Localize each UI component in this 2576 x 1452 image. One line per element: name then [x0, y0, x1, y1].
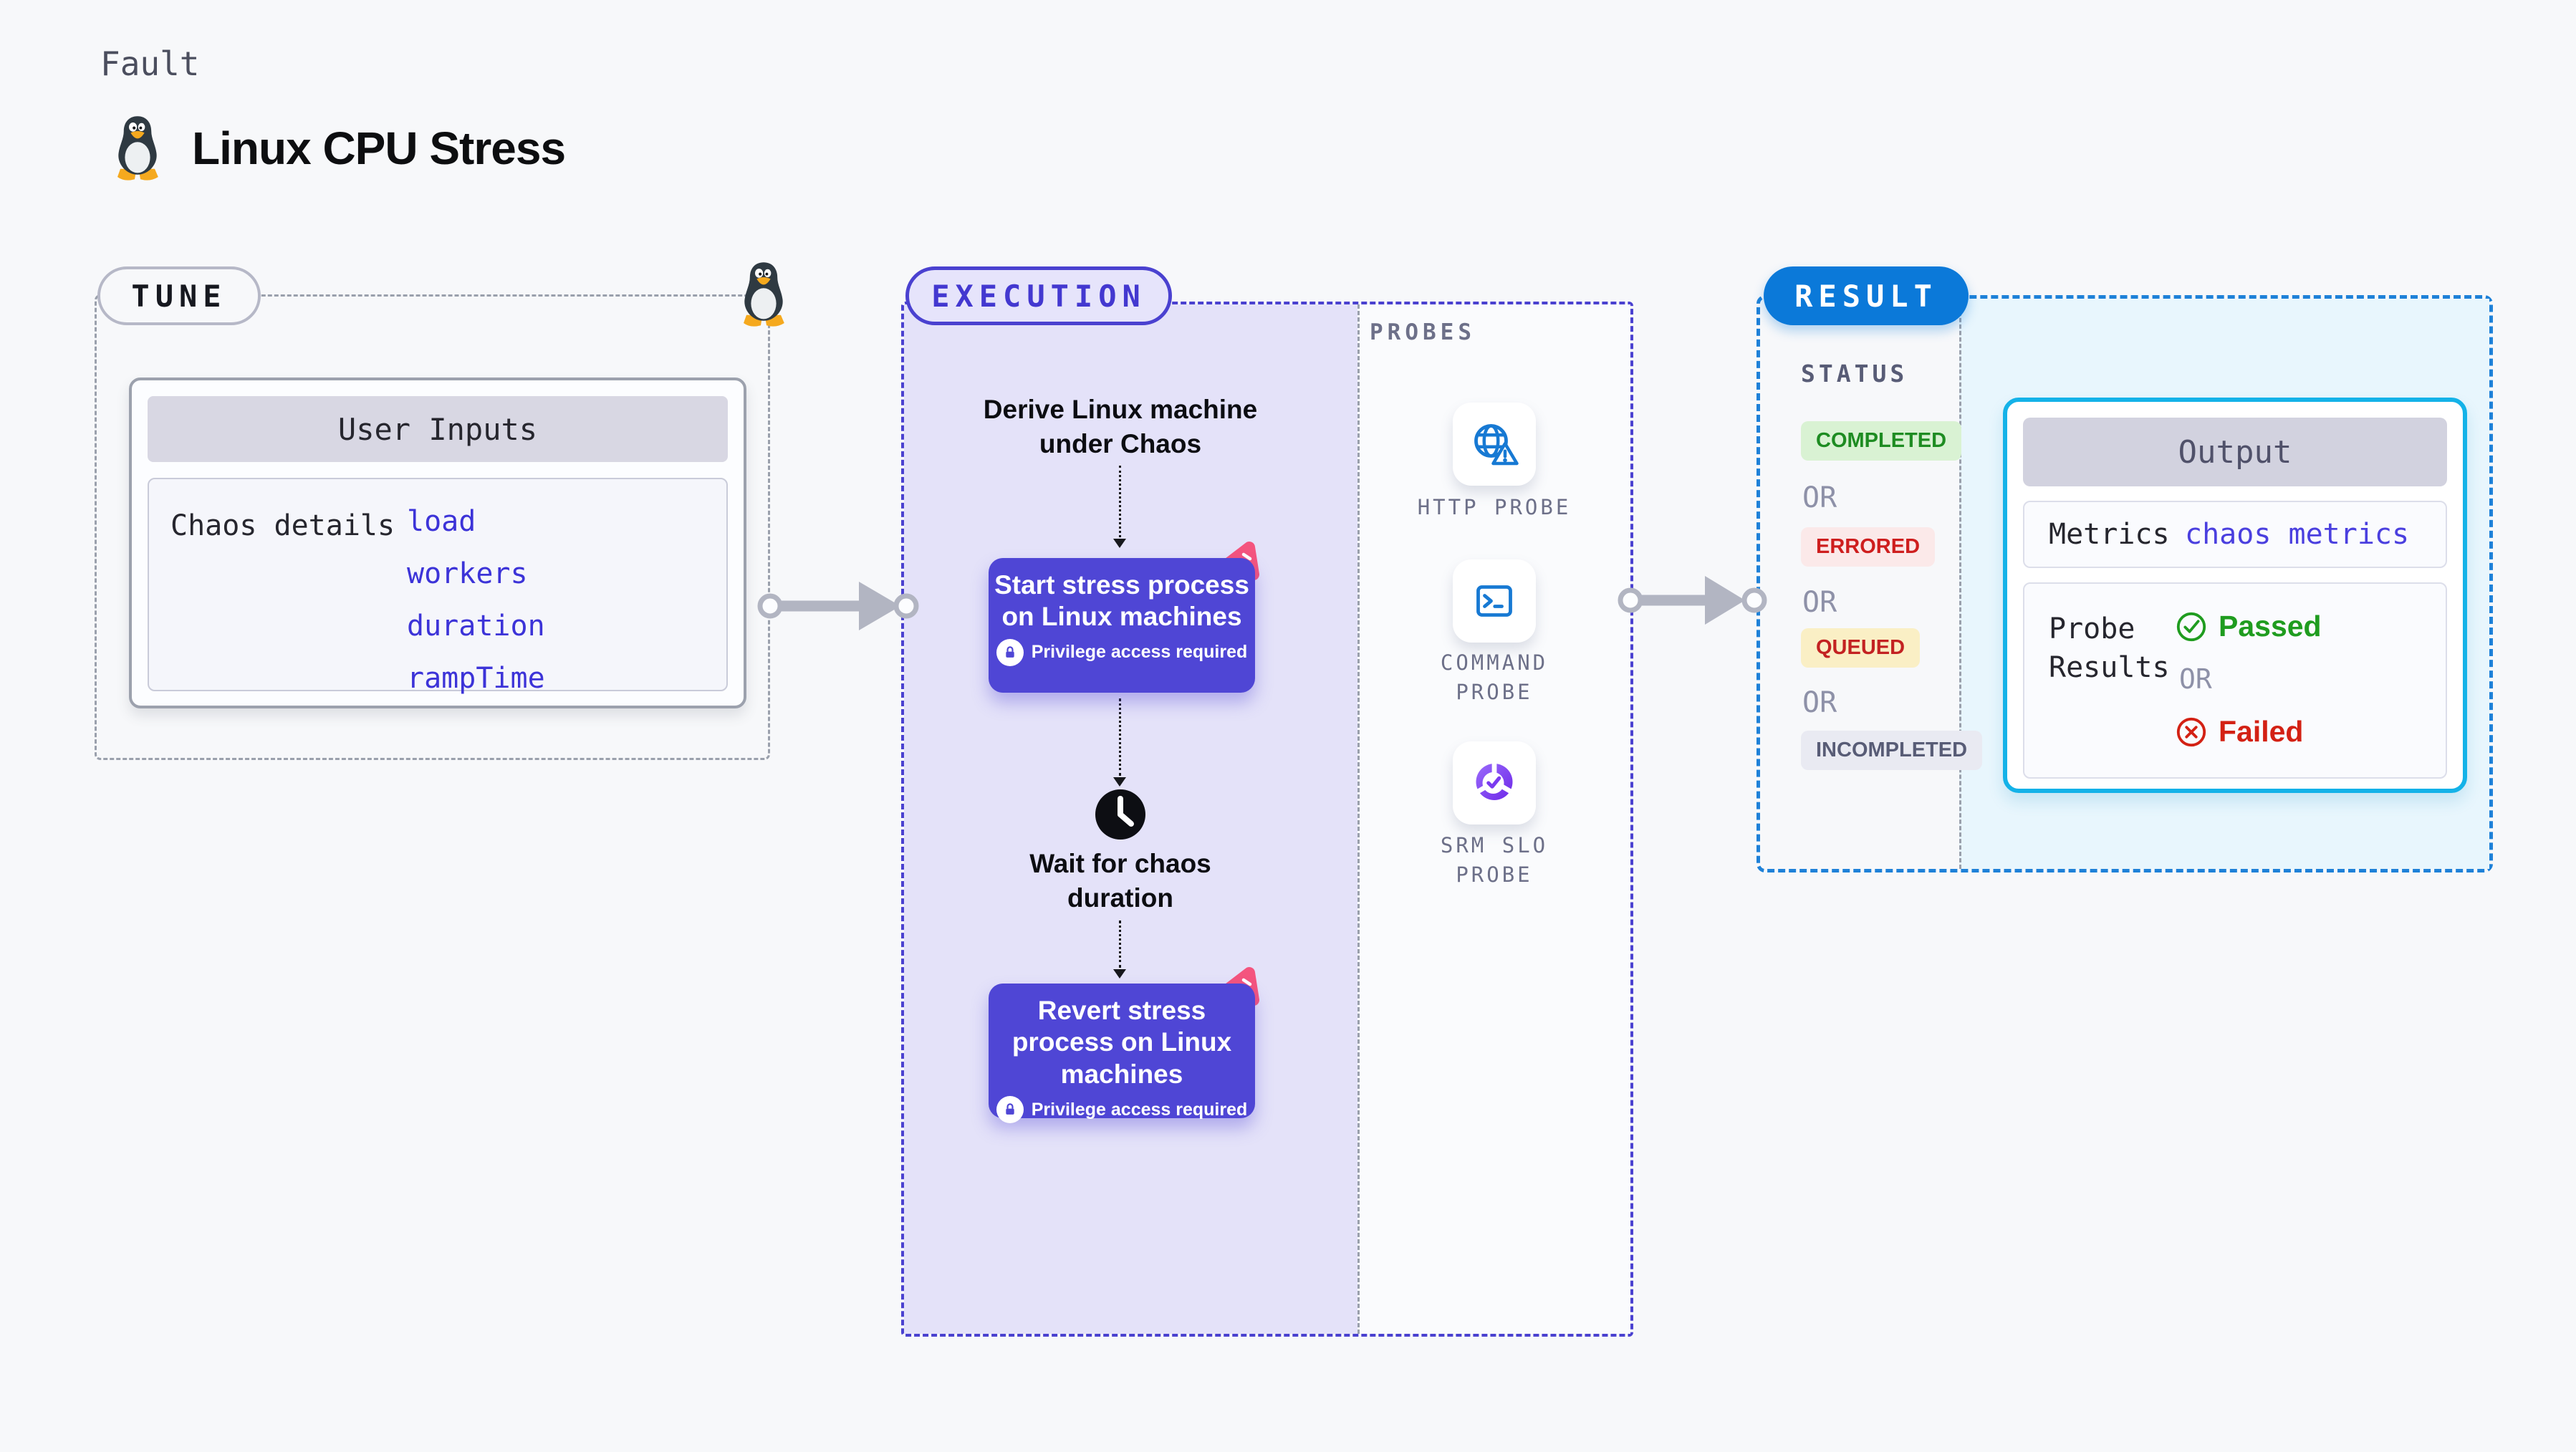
dotted-connector	[1119, 920, 1121, 968]
revert-stress-step[interactable]: Revert stress process on Linux machines …	[989, 984, 1255, 1124]
dotted-arrowhead	[1113, 539, 1126, 548]
status-output-divider	[1959, 299, 1961, 869]
chaos-details-row: Chaos details load workers duration ramp…	[148, 478, 728, 695]
dotted-connector	[1119, 698, 1121, 776]
tux-corner-icon	[735, 261, 792, 328]
or-separator: OR	[1802, 586, 1837, 619]
input-link-workers[interactable]: workers	[407, 557, 545, 590]
user-inputs-header: User Inputs	[148, 396, 728, 462]
user-inputs-card: User Inputs Chaos details load workers d…	[129, 378, 746, 708]
command-probe-card[interactable]	[1453, 559, 1536, 643]
slo-pie-check-icon	[1469, 757, 1520, 809]
fault-kicker: Fault	[100, 44, 200, 83]
execution-probes-divider	[1357, 304, 1360, 1334]
input-link-duration[interactable]: duration	[407, 610, 545, 643]
output-card: Output Metrics chaos metrics Probe Resul…	[2003, 398, 2467, 793]
status-label: STATUS	[1801, 360, 1908, 388]
lock-icon	[996, 638, 1024, 666]
command-probe-label: COMMAND PROBE	[1440, 650, 1549, 704]
status-badge-queued: QUEUED	[1801, 628, 1921, 668]
globe-alert-icon	[1469, 418, 1520, 470]
tux-linux-icon	[109, 115, 166, 182]
failed-label: Failed	[2219, 715, 2304, 748]
or-separator: OR	[1802, 481, 1837, 514]
status-badge-errored: ERRORED	[1801, 527, 1936, 567]
arrow-tune-to-execution	[757, 582, 919, 630]
passed-check-icon	[2175, 610, 2208, 643]
result-badge: RESULT	[1764, 266, 1969, 325]
http-probe-label: HTTP PROBE	[1417, 495, 1572, 519]
status-badge-incompleted: INCOMPLETED	[1801, 731, 1983, 770]
wait-duration-text: Wait for chaos duration	[1029, 849, 1211, 913]
chaos-metrics-link[interactable]: chaos metrics	[2185, 518, 2409, 551]
metrics-row: Metrics chaos metrics	[2023, 501, 2447, 568]
or-separator: OR	[1802, 686, 1837, 719]
dotted-arrowhead	[1113, 777, 1126, 787]
wait-clock-icon	[1094, 788, 1147, 845]
privilege-note: Privilege access required	[1031, 1099, 1248, 1120]
status-badge-completed: COMPLETED	[1801, 421, 1962, 461]
input-link-rampTime[interactable]: rampTime	[407, 662, 545, 695]
chaos-details-label: Chaos details	[170, 509, 395, 542]
http-probe-card[interactable]	[1453, 403, 1536, 486]
tune-badge: TUNE	[97, 266, 261, 325]
probes-section-label: PROBES	[1370, 319, 1476, 345]
dotted-arrowhead	[1113, 969, 1126, 979]
output-header: Output	[2023, 418, 2447, 486]
page-title: Linux CPU Stress	[192, 122, 566, 174]
failed-x-icon	[2175, 716, 2208, 749]
start-stress-step[interactable]: Start stress process on Linux machines P…	[989, 558, 1255, 693]
input-link-load[interactable]: load	[407, 505, 545, 538]
lock-icon	[996, 1096, 1024, 1124]
passed-label: Passed	[2219, 610, 2322, 643]
revert-stress-label: Revert stress process on Linux machines	[1011, 996, 1232, 1089]
srm-slo-probe-label: SRM SLO PROBE	[1440, 833, 1549, 887]
privilege-note: Privilege access required	[1031, 642, 1248, 663]
probe-results-row: Probe Results Passed OR Failed	[2023, 582, 2447, 779]
dotted-connector	[1119, 466, 1121, 537]
terminal-icon	[1469, 575, 1520, 627]
start-stress-label: Start stress process on Linux machines	[994, 570, 1249, 632]
derive-machine-text: Derive Linux machine under Chaos	[983, 395, 1258, 459]
or-separator: OR	[2179, 663, 2212, 695]
execution-badge: EXECUTION	[905, 266, 1172, 325]
srm-slo-probe-card[interactable]	[1453, 741, 1536, 824]
metrics-label: Metrics	[2049, 518, 2170, 551]
probe-results-label: Probe Results	[2049, 612, 2170, 684]
arrow-execution-to-result	[1618, 576, 1767, 625]
